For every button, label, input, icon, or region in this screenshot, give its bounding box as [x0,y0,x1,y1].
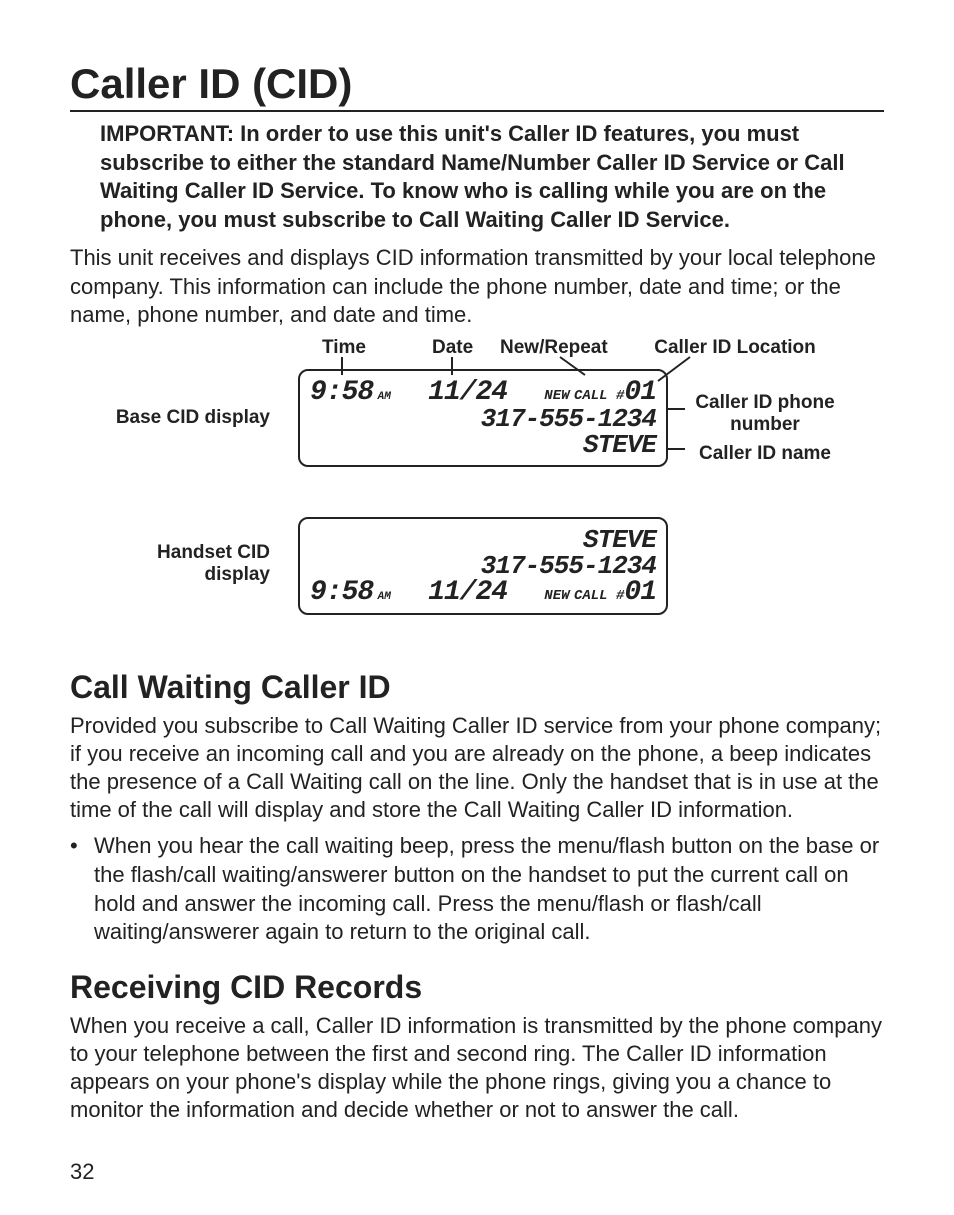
section-title-cwcid: Call Waiting Caller ID [70,669,884,706]
cwcid-bullet: When you hear the call waiting beep, pre… [70,832,884,946]
leader-lines [70,337,884,647]
section-title-receiving: Receiving CID Records [70,969,884,1006]
cwcid-body: Provided you subscribe to Call Waiting C… [70,712,884,825]
page-number: 32 [70,1159,94,1185]
page-title: Caller ID (CID) [70,60,884,112]
receiving-body: When you receive a call, Caller ID infor… [70,1012,884,1125]
intro-paragraph: This unit receives and displays CID info… [70,244,884,328]
important-notice: IMPORTANT: In order to use this unit's C… [70,120,884,234]
cid-diagram: Time Date New/Repeat Caller ID Location … [70,337,884,647]
